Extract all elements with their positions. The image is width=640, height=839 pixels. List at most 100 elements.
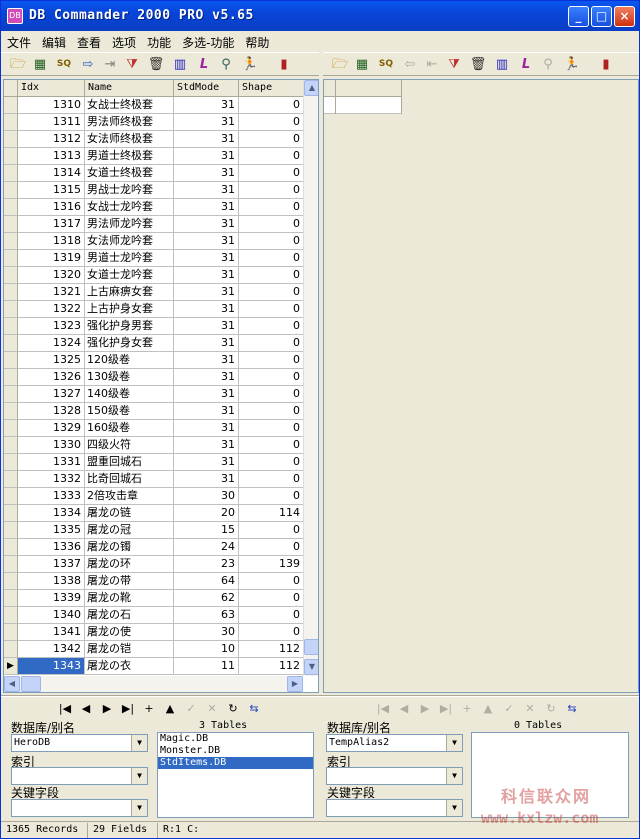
right-db-combo[interactable]: TempAlias2 ▼ xyxy=(326,734,463,752)
row-indicator[interactable] xyxy=(4,318,18,335)
cell-stdmode[interactable]: 30 xyxy=(174,624,239,641)
cell-stdmode[interactable]: 31 xyxy=(174,437,239,454)
color-bars-icon[interactable]: ▥ xyxy=(493,56,511,73)
row-indicator[interactable] xyxy=(4,250,18,267)
cell-stdmode[interactable]: 31 xyxy=(174,284,239,301)
table-row[interactable]: 1336 屠龙の镯 24 0 xyxy=(4,539,304,556)
cell-name[interactable]: 屠龙の镯 xyxy=(85,539,174,556)
table-row[interactable]: 1338 屠龙の带 64 0 xyxy=(4,573,304,590)
scroll-thumb[interactable] xyxy=(304,639,318,655)
row-indicator[interactable] xyxy=(4,505,18,522)
cell-shape[interactable]: 0 xyxy=(239,199,304,216)
row-indicator[interactable] xyxy=(4,386,18,403)
menu-item-1[interactable]: 编辑 xyxy=(36,31,71,51)
cell-name[interactable]: 150级卷 xyxy=(85,403,174,420)
row-indicator[interactable] xyxy=(4,301,18,318)
cell-shape[interactable]: 0 xyxy=(239,573,304,590)
horizontal-scrollbar[interactable]: ◀ ▶ xyxy=(4,676,303,692)
cell-stdmode[interactable]: 31 xyxy=(174,471,239,488)
italic-l-icon[interactable]: L xyxy=(195,56,213,73)
row-indicator[interactable] xyxy=(4,437,18,454)
filter-icon[interactable]: ⧩ xyxy=(123,56,141,73)
cell-shape[interactable]: 139 xyxy=(239,556,304,573)
cell-name[interactable]: 女战士终极套 xyxy=(85,97,174,114)
cell-name[interactable]: 比奇回城石 xyxy=(85,471,174,488)
cell-name[interactable]: 女道士龙吟套 xyxy=(85,267,174,284)
cell-idx[interactable]: 1338 xyxy=(18,573,85,590)
row-indicator[interactable] xyxy=(4,284,18,301)
cell-shape[interactable]: 0 xyxy=(239,522,304,539)
table-row[interactable]: 1330 四级火符 31 0 xyxy=(4,437,304,454)
cell-shape[interactable]: 0 xyxy=(239,437,304,454)
table-row[interactable]: 1340 屠龙の石 63 0 xyxy=(4,607,304,624)
nav-cancel-icon[interactable]: ✕ xyxy=(204,700,220,718)
cell-stdmode[interactable]: 64 xyxy=(174,573,239,590)
row-indicator[interactable] xyxy=(4,131,18,148)
row-indicator[interactable] xyxy=(4,335,18,352)
row-indicator[interactable] xyxy=(4,165,18,182)
table-row[interactable]: 1316 女战士龙吟套 31 0 xyxy=(4,199,304,216)
cell-name[interactable]: 屠龙の冠 xyxy=(85,522,174,539)
cell-stdmode[interactable]: 31 xyxy=(174,233,239,250)
cell-stdmode[interactable]: 30 xyxy=(174,488,239,505)
cell-name[interactable]: 男战士龙吟套 xyxy=(85,182,174,199)
nav-last-icon[interactable]: ▶| xyxy=(438,700,454,718)
table-row[interactable]: 1317 男法师龙吟套 31 0 xyxy=(4,216,304,233)
chevron-down-icon[interactable]: ▼ xyxy=(446,800,462,816)
nav-insert-icon[interactable]: + xyxy=(459,700,475,718)
cell-shape[interactable]: 0 xyxy=(239,301,304,318)
cell-stdmode[interactable]: 31 xyxy=(174,148,239,165)
cell-name[interactable]: 上古麻痹女套 xyxy=(85,284,174,301)
cell-stdmode[interactable]: 11 xyxy=(174,658,239,675)
chevron-down-icon[interactable]: ▼ xyxy=(131,800,147,816)
cell-stdmode[interactable]: 31 xyxy=(174,199,239,216)
cell-shape[interactable]: 0 xyxy=(239,607,304,624)
cell-shape[interactable]: 114 xyxy=(239,505,304,522)
table-row[interactable]: 1341 屠龙の使 30 0 xyxy=(4,624,304,641)
row-indicator[interactable] xyxy=(4,352,18,369)
table-row[interactable]: 1339 屠龙の靴 62 0 xyxy=(4,590,304,607)
arrow-left-icon[interactable]: ⇦ xyxy=(401,56,419,73)
cell-idx[interactable]: 1330 xyxy=(18,437,85,454)
table-row[interactable]: 1310 女战士终极套 31 0 xyxy=(4,97,304,114)
nav-next-icon[interactable]: ▶ xyxy=(417,700,433,718)
table-row[interactable]: 1333 2倍攻击章 30 0 xyxy=(4,488,304,505)
row-indicator[interactable] xyxy=(4,556,18,573)
nav-first-icon[interactable]: |◀ xyxy=(57,700,73,718)
arrow-right-icon[interactable]: ⇨ xyxy=(79,56,97,73)
cell-name[interactable]: 女法师龙吟套 xyxy=(85,233,174,250)
cell-name[interactable]: 130级卷 xyxy=(85,369,174,386)
cell-shape[interactable]: 0 xyxy=(239,216,304,233)
nav-toggle-icon[interactable]: ⇆ xyxy=(564,700,580,718)
table-icon[interactable]: ▦ xyxy=(31,56,49,73)
cell-shape[interactable]: 0 xyxy=(239,114,304,131)
left-tables-list[interactable]: Magic.DB Monster.DB StdItems.DB xyxy=(157,732,314,818)
table-row[interactable]: 1334 屠龙の链 20 114 xyxy=(4,505,304,522)
chevron-down-icon[interactable]: ▼ xyxy=(131,735,147,751)
cell-stdmode[interactable]: 31 xyxy=(174,267,239,284)
nav-toggle-icon[interactable]: ⇆ xyxy=(246,700,262,718)
cell-name[interactable]: 2倍攻击章 xyxy=(85,488,174,505)
row-indicator[interactable] xyxy=(4,199,18,216)
table-row[interactable]: 1311 男法师终极套 31 0 xyxy=(4,114,304,131)
search-key-icon[interactable]: ⚲ xyxy=(539,56,557,73)
cell-stdmode[interactable]: 31 xyxy=(174,352,239,369)
open-folder-icon[interactable]: 🗁 xyxy=(9,56,27,73)
column-header-idx[interactable]: Idx xyxy=(18,80,85,97)
nav-post-icon[interactable]: ✓ xyxy=(501,700,517,718)
table-row[interactable]: 1312 女法师终极套 31 0 xyxy=(4,131,304,148)
cell-idx[interactable]: 1340 xyxy=(18,607,85,624)
cell-idx[interactable]: 1329 xyxy=(18,420,85,437)
cell-idx[interactable]: 1334 xyxy=(18,505,85,522)
menu-item-5[interactable]: 多选-功能 xyxy=(176,31,239,51)
cell-idx[interactable]: 1318 xyxy=(18,233,85,250)
cell-idx[interactable]: 1315 xyxy=(18,182,85,199)
cell-shape[interactable]: 0 xyxy=(239,165,304,182)
menu-item-4[interactable]: 功能 xyxy=(141,31,176,51)
cell-shape[interactable]: 0 xyxy=(239,318,304,335)
left-key-combo[interactable]: ▼ xyxy=(11,799,148,817)
cell-idx[interactable]: 1323 xyxy=(18,318,85,335)
row-indicator[interactable] xyxy=(4,403,18,420)
table-row[interactable]: 1328 150级卷 31 0 xyxy=(4,403,304,420)
cell-shape[interactable]: 0 xyxy=(239,352,304,369)
